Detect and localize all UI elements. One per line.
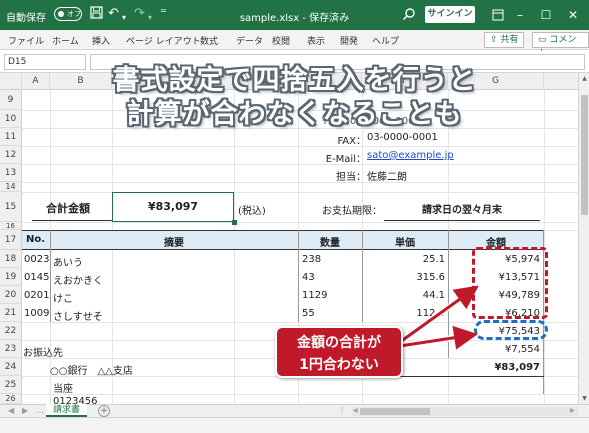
callout-box: 金額の合計が 1円合わない — [275, 326, 403, 378]
callout-line-2: 1円合わない — [299, 357, 379, 373]
callout-line-1: 金額の合計が — [297, 335, 381, 351]
